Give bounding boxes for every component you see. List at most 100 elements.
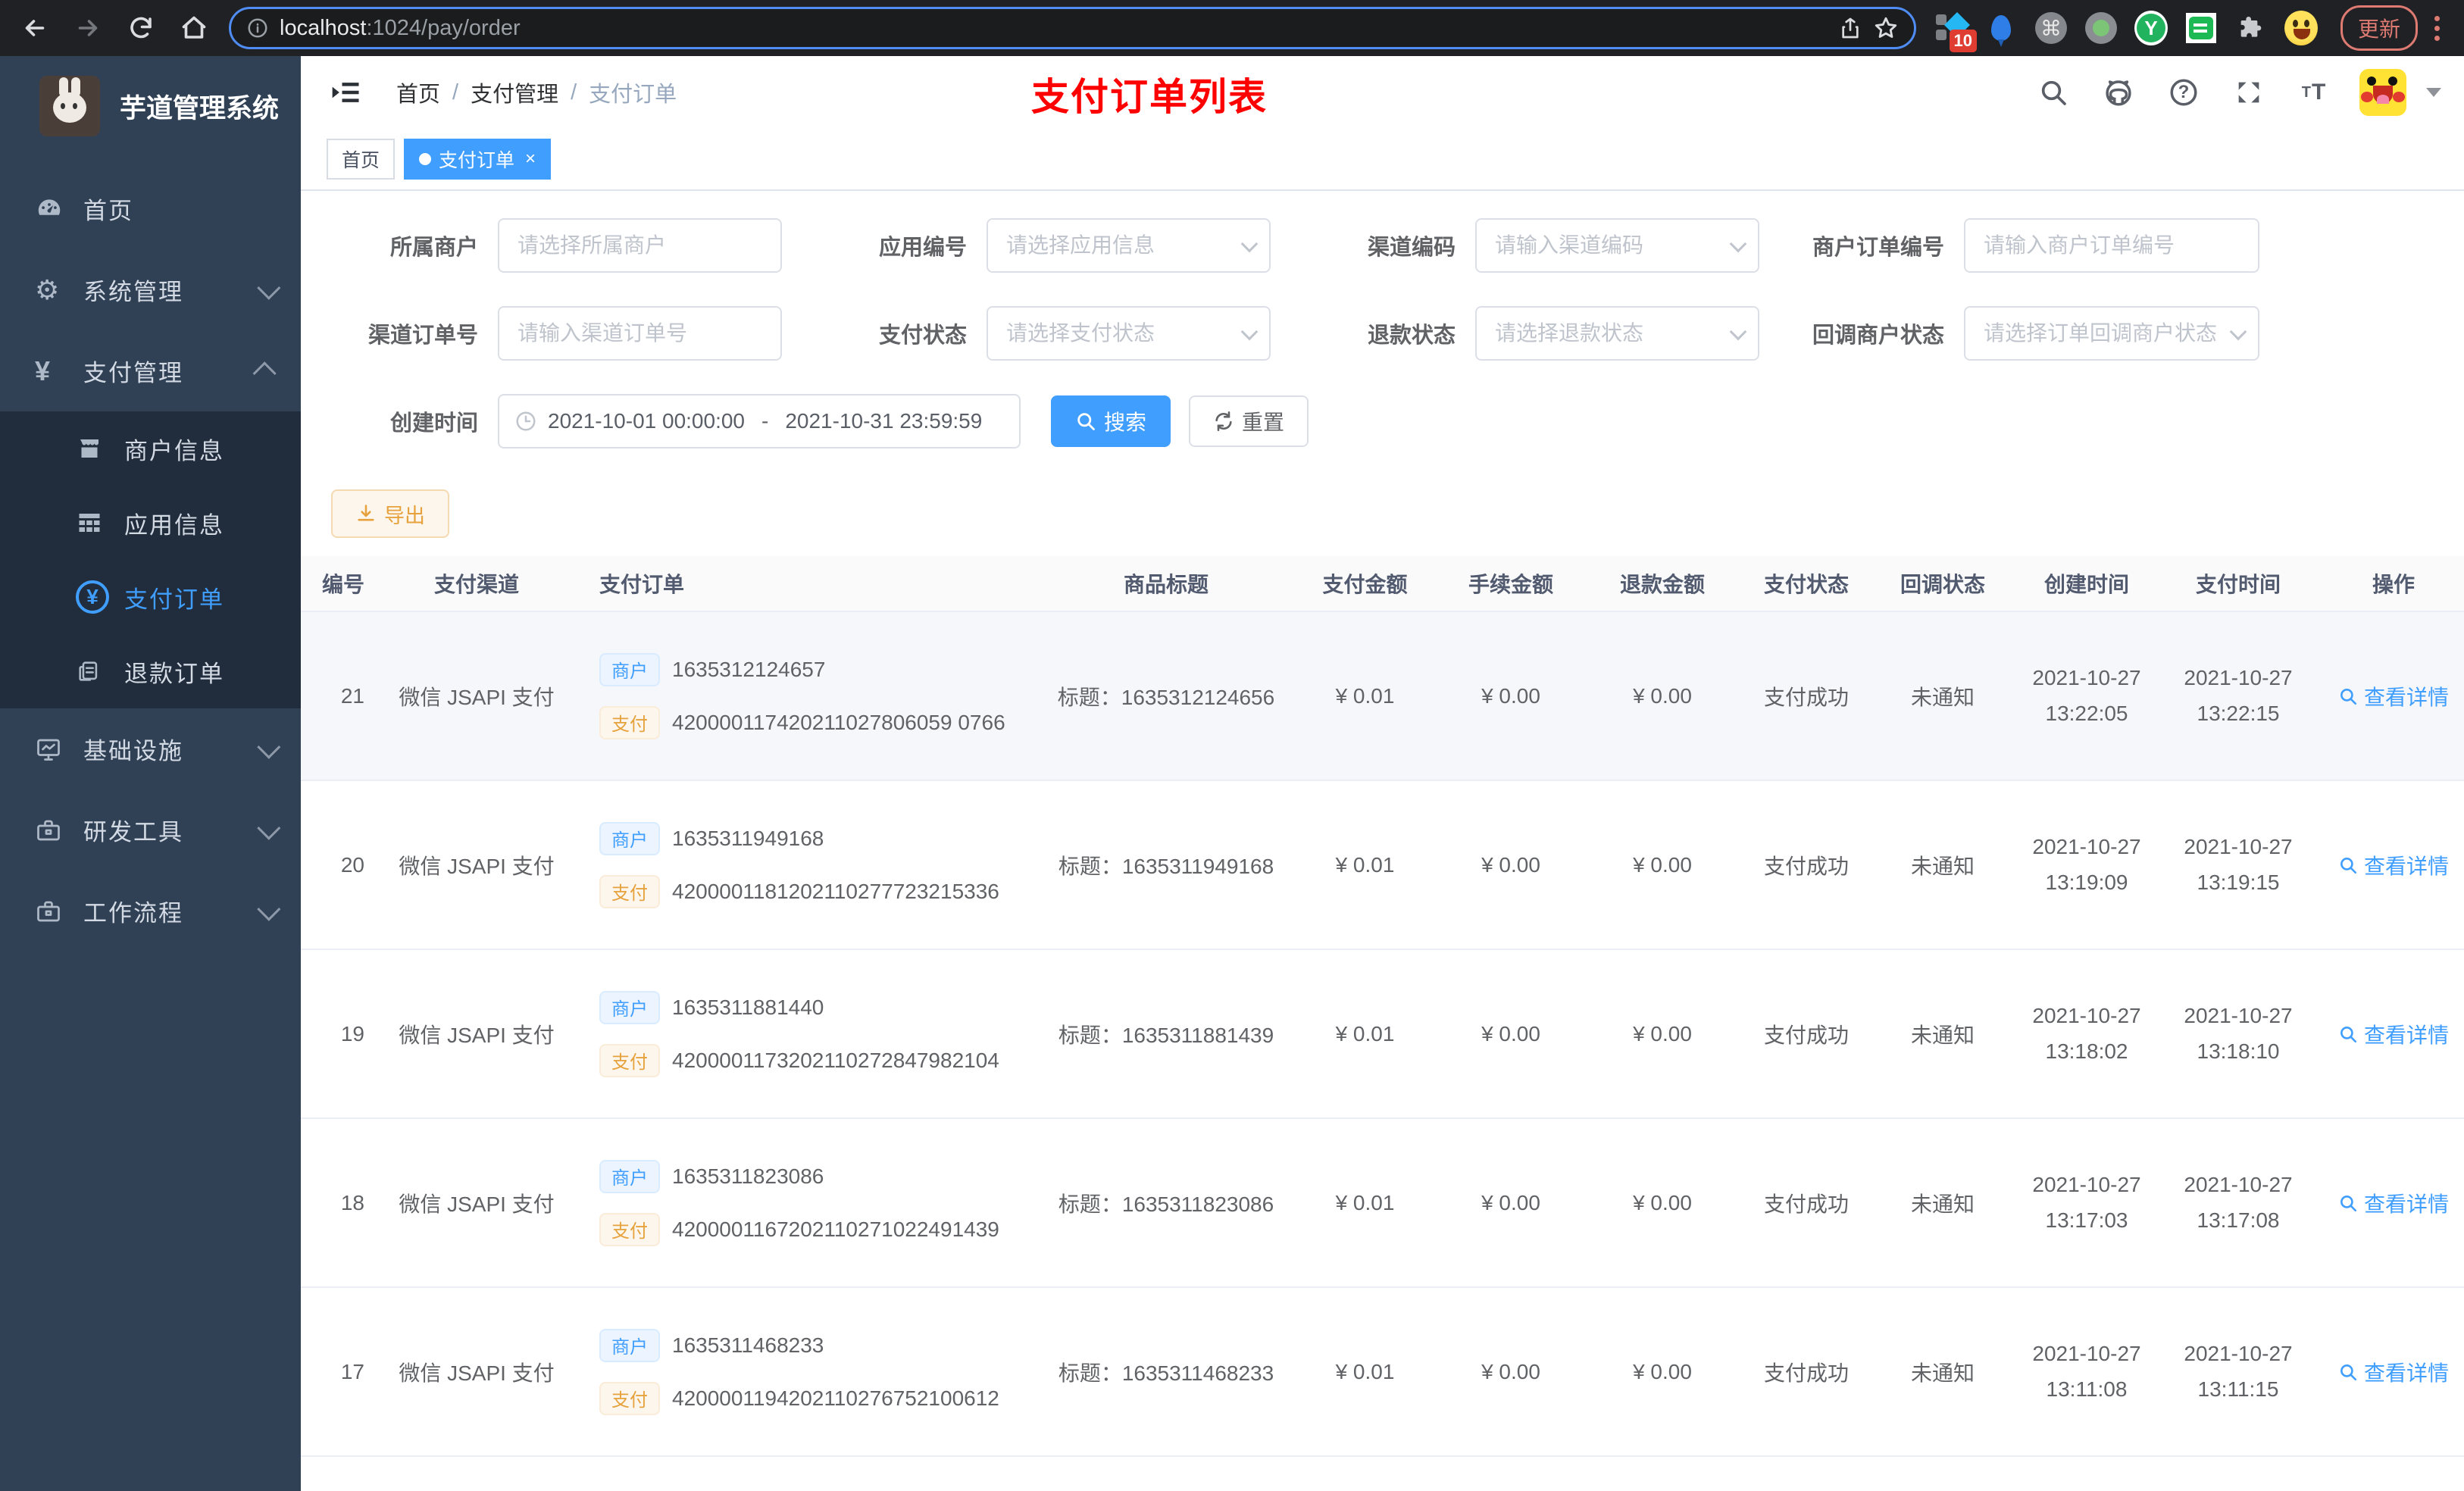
share-icon[interactable] — [1838, 16, 1862, 40]
top-navbar: 首页 / 支付管理 / 支付订单 支付订单列表 ? T T — [301, 56, 2464, 129]
merchant-order-no-field[interactable] — [1964, 218, 2259, 273]
pay-status-input[interactable] — [987, 306, 1271, 361]
merchant-tag: 商户 — [599, 821, 660, 855]
refund-status-input[interactable] — [1475, 306, 1759, 361]
col-notify-status: 回调状态 — [1900, 573, 1985, 596]
sidebar-item-workflow[interactable]: 工作流程 — [0, 871, 301, 952]
sidebar-item-app-info[interactable]: 应用信息 — [0, 486, 301, 560]
sidebar-item-infra[interactable]: 基础设施 — [0, 708, 301, 789]
pay-status-select[interactable] — [987, 306, 1271, 361]
site-info-icon[interactable] — [246, 17, 269, 39]
date-end: 2021-10-31 23:59:59 — [785, 409, 983, 433]
sidebar-item-label: 系统管理 — [83, 279, 183, 305]
app-select[interactable] — [987, 218, 1271, 273]
tag-pay-order[interactable]: 支付订单 × — [404, 139, 552, 180]
browser-menu-icon[interactable] — [2424, 15, 2450, 41]
channel-code-select[interactable] — [1475, 218, 1759, 273]
extensions-puzzle-icon[interactable] — [2234, 11, 2268, 45]
sidebar-item-merchant-info[interactable]: 商户信息 — [0, 411, 301, 486]
pay-tag: 支付 — [599, 1212, 660, 1246]
view-detail-link[interactable]: 查看详情 — [2338, 1357, 2449, 1387]
breadcrumb-current: 支付订单 — [589, 83, 677, 107]
pay-order-no: 420000117420211027806059 0766 — [672, 710, 1005, 734]
extension-badge: 10 — [1949, 30, 1977, 52]
channel-order-no-input[interactable] — [498, 306, 782, 361]
extensions-tray: 10 ⌘ Y — [1922, 11, 2330, 52]
extension-diamond-icon[interactable]: 10 — [1934, 11, 1977, 52]
fee-amount: ¥ 0.00 — [1481, 1359, 1540, 1383]
col-fee: 手续金额 — [1468, 573, 1553, 596]
orders-table: 编号 支付渠道 支付订单 商品标题 支付金额 手续金额 退款金额 支付状态 回调… — [301, 556, 2464, 1491]
order-id: 20 — [340, 852, 364, 877]
channel-order-no-field[interactable] — [498, 306, 782, 361]
sidebar-item-pay[interactable]: ¥ 支付管理 — [0, 330, 301, 411]
tags-view-bar: 首页 支付订单 × — [301, 129, 2464, 191]
app-logo-row[interactable]: 芋道管理系统 — [0, 56, 301, 147]
refund-status-select[interactable] — [1475, 306, 1759, 361]
sidebar-item-system[interactable]: ⚙ 系统管理 — [0, 249, 301, 330]
extension-emoji-icon[interactable] — [2284, 11, 2318, 45]
product-title: 标题：1635312124656 — [1057, 685, 1275, 709]
pay-amount: ¥ 0.01 — [1335, 683, 1395, 708]
sidebar-fold-icon[interactable] — [324, 70, 369, 115]
paid-time: 2021-10-27 13:19:15 — [2184, 835, 2293, 894]
product-title: 标题：1635311949168 — [1058, 854, 1274, 878]
breadcrumb-separator: / — [452, 80, 459, 105]
fullscreen-icon[interactable] — [2229, 73, 2269, 112]
app-select-input[interactable] — [987, 218, 1271, 273]
tag-close-icon[interactable]: × — [525, 148, 536, 170]
app-logo-rabbit-image — [39, 76, 100, 136]
export-button[interactable]: 导出 — [331, 489, 449, 538]
breadcrumb-pay[interactable]: 支付管理 — [471, 77, 558, 108]
sidebar-item-refund-order[interactable]: 退款订单 — [0, 634, 301, 708]
date-range-picker[interactable]: 2021-10-01 00:00:00 - 2021-10-31 23:59:5… — [498, 394, 1021, 449]
extension-y-icon[interactable]: Y — [2134, 11, 2168, 45]
dashboard-icon — [35, 195, 83, 223]
pay-tag: 支付 — [599, 1381, 660, 1415]
filter-label-merchant-order-no: 商户订单编号 — [1812, 236, 1944, 260]
github-icon[interactable] — [2099, 73, 2138, 112]
view-detail-link[interactable]: 查看详情 — [2338, 1188, 2449, 1218]
pay-channel: 微信 JSAPI 支付 — [399, 685, 555, 709]
reload-icon[interactable] — [120, 7, 162, 49]
merchant-input[interactable] — [498, 218, 782, 273]
merchant-select[interactable] — [498, 218, 782, 273]
bookmark-star-icon[interactable] — [1873, 15, 1899, 41]
breadcrumb-home[interactable]: 首页 — [396, 77, 440, 108]
notify-status-input[interactable] — [1964, 306, 2259, 361]
search-button[interactable]: 搜索 — [1051, 395, 1171, 447]
created-time: 2021-10-27 13:17:03 — [2032, 1173, 2141, 1232]
merchant-order-no-input[interactable] — [1964, 218, 2259, 273]
search-icon[interactable] — [2034, 73, 2073, 112]
browser-update-button[interactable]: 更新 — [2340, 5, 2418, 51]
order-numbers: 商户 1635311949168 支付 4200001181202110277723… — [583, 817, 1037, 913]
extension-record-icon[interactable] — [2084, 11, 2118, 45]
sidebar-item-devtools[interactable]: 研发工具 — [0, 789, 301, 871]
extension-balloon-icon[interactable] — [1984, 11, 2018, 47]
view-detail-link[interactable]: 查看详情 — [2338, 1019, 2449, 1049]
back-icon[interactable] — [14, 7, 56, 49]
notify-status-select[interactable] — [1964, 306, 2259, 361]
notify-status: 未通知 — [1910, 854, 1975, 878]
notify-status: 未通知 — [1910, 685, 1975, 709]
font-size-icon[interactable]: TT — [2294, 73, 2334, 112]
extension-chat-icon[interactable] — [2184, 11, 2218, 45]
extension-command-icon[interactable]: ⌘ — [2034, 11, 2068, 45]
sidebar-item-pay-order[interactable]: ¥ 支付订单 — [0, 560, 301, 634]
channel-code-input[interactable] — [1475, 218, 1759, 273]
filter-label-pay-status: 支付状态 — [878, 324, 967, 348]
reset-button[interactable]: 重置 — [1189, 395, 1309, 447]
merchant-order-no: 1635311881440 — [672, 995, 824, 1019]
user-avatar[interactable] — [2359, 69, 2406, 116]
avatar-caret-icon[interactable] — [2426, 88, 2441, 97]
sidebar-item-home[interactable]: 首页 — [0, 168, 301, 249]
col-title: 商品标题 — [1123, 573, 1209, 596]
view-detail-link[interactable]: 查看详情 — [2338, 850, 2449, 880]
col-pay-status: 支付状态 — [1763, 573, 1849, 596]
home-icon[interactable] — [173, 7, 215, 49]
help-icon[interactable]: ? — [2164, 73, 2203, 112]
tag-home[interactable]: 首页 — [327, 139, 396, 180]
view-detail-link[interactable]: 查看详情 — [2338, 681, 2449, 711]
forward-icon[interactable] — [67, 7, 109, 49]
address-bar[interactable]: localhost:1024/pay/order — [229, 7, 1916, 49]
